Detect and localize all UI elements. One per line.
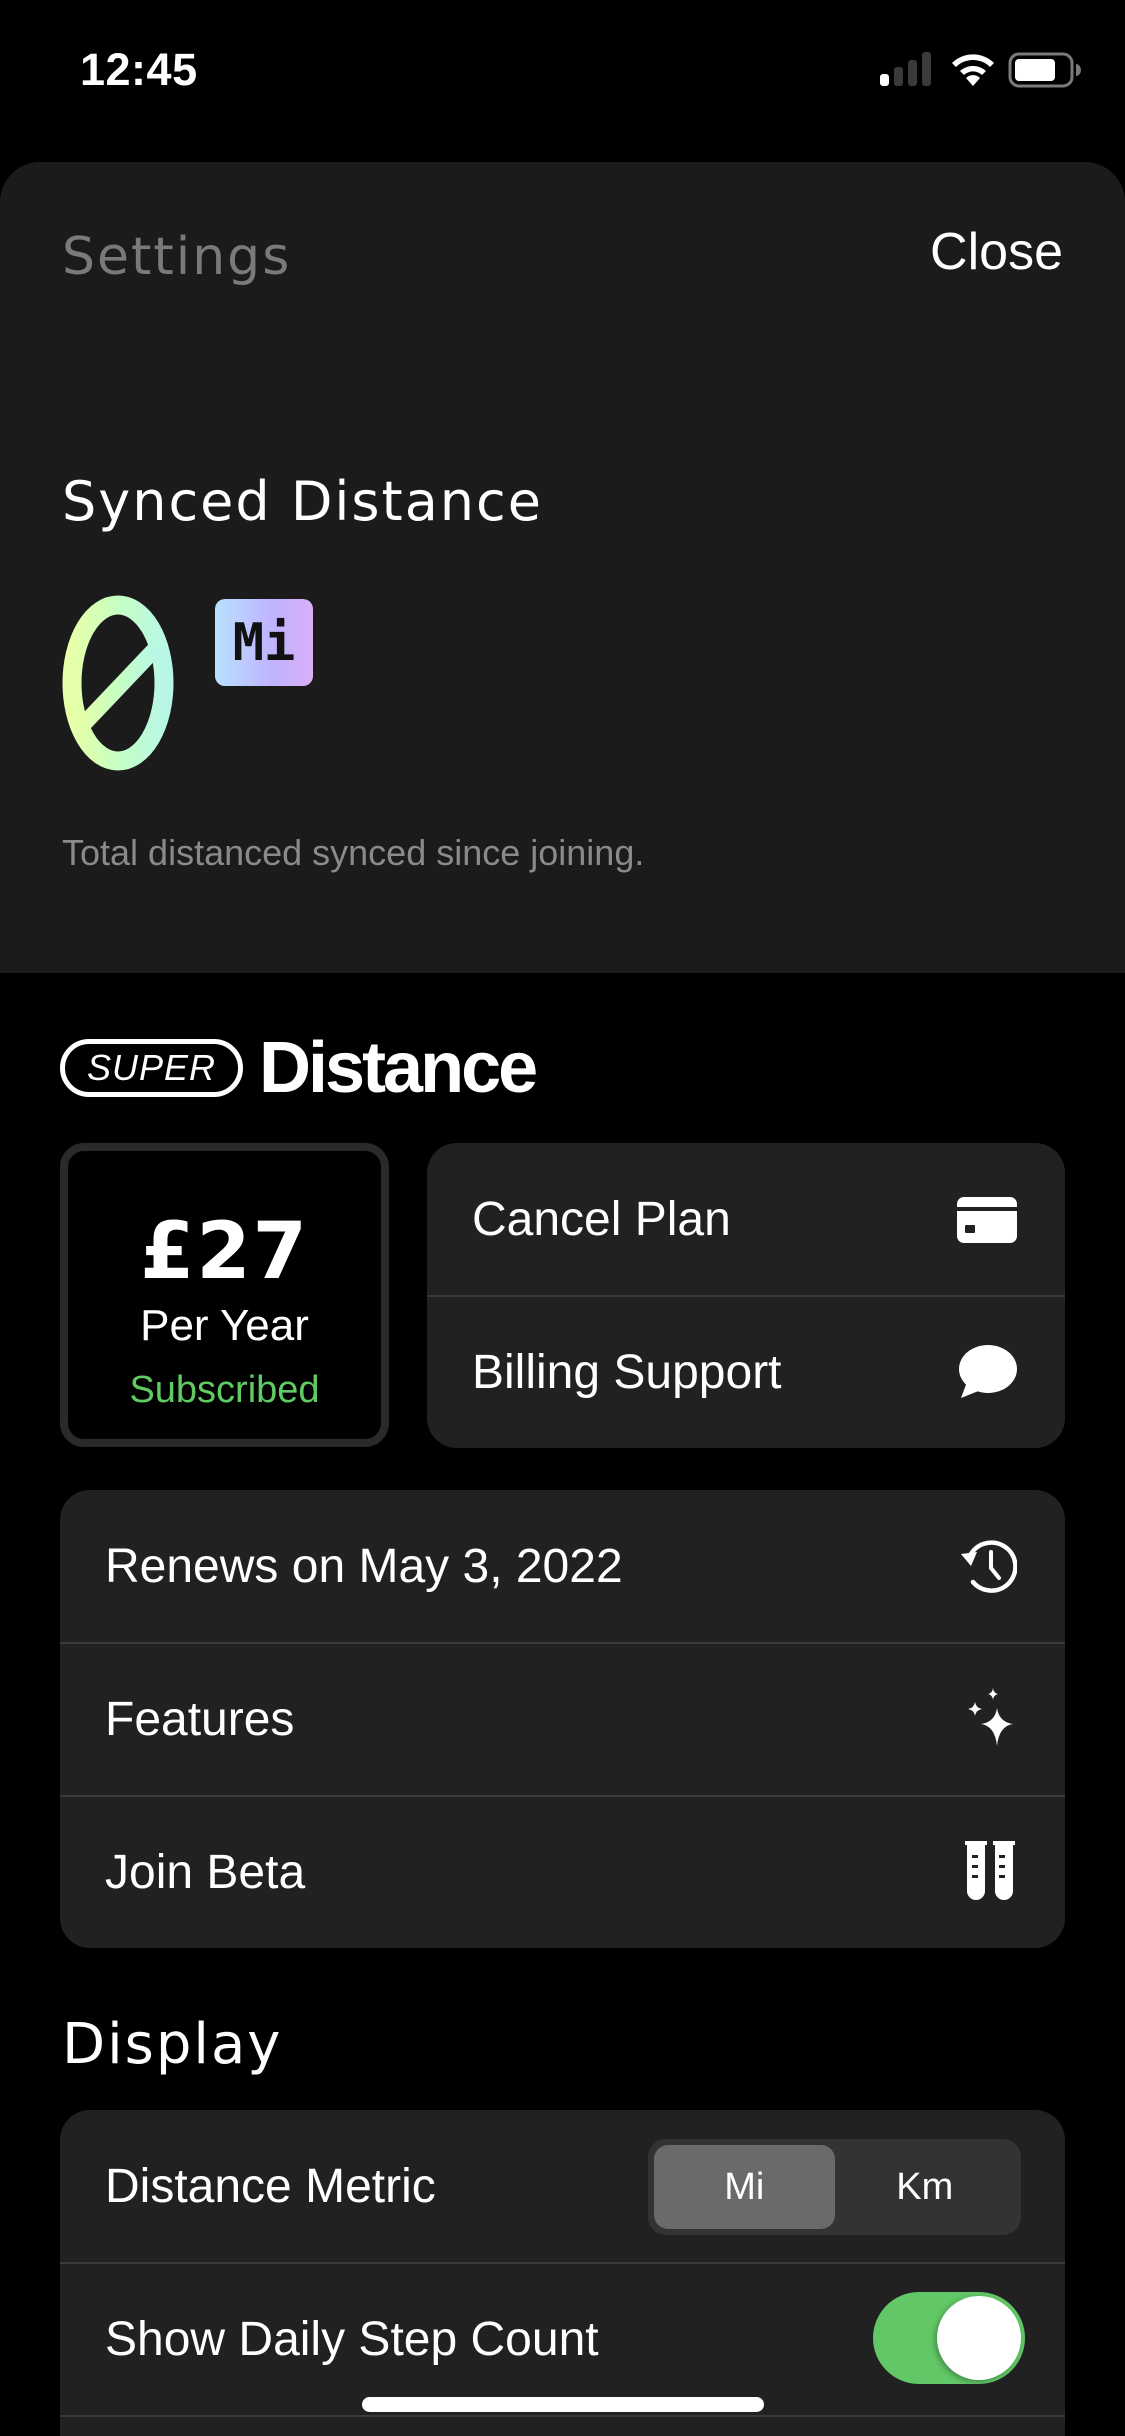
renewal-date-label: Renews on May 3, 2022: [105, 1539, 623, 1593]
cancel-plan-label: Cancel Plan: [472, 1192, 731, 1246]
display-settings-card: Distance Metric Mi Km Show Daily Step Co…: [60, 2110, 1065, 2436]
renewal-date-row[interactable]: Renews on May 3, 2022: [60, 1490, 1065, 1642]
metric-option-km[interactable]: Km: [835, 2145, 1016, 2229]
status-bar: 12:45: [0, 0, 1125, 140]
billing-support-label: Billing Support: [472, 1346, 782, 1399]
battery-icon: [1008, 52, 1081, 88]
sparkles-icon: [968, 1688, 1013, 1746]
synced-distance-title: Synced Distance: [62, 470, 543, 533]
divider: [60, 2415, 1065, 2417]
close-button[interactable]: Close: [930, 222, 1063, 282]
distance-metric-segmented-control[interactable]: Mi Km: [648, 2139, 1021, 2235]
display-section-title: Display: [62, 2012, 283, 2077]
wifi-icon: [952, 54, 994, 86]
plan-price: £27: [140, 1207, 309, 1297]
join-beta-row[interactable]: Join Beta: [60, 1797, 1065, 1948]
test-tubes-icon: [965, 1841, 1015, 1900]
logo-super-badge: SUPER: [60, 1039, 244, 1097]
billing-actions-card: Cancel Plan Billing Support: [427, 1143, 1065, 1448]
daily-step-count-toggle[interactable]: [873, 2292, 1025, 2384]
distance-metric-label: Distance Metric: [105, 2159, 436, 2213]
plan-price-card: £27 Per Year Subscribed: [60, 1143, 389, 1447]
cellular-signal-icon: [880, 52, 932, 86]
status-time: 12:45: [80, 44, 198, 95]
billing-support-button[interactable]: Billing Support: [427, 1297, 1065, 1448]
chat-bubble-icon: [959, 1345, 1017, 1398]
join-beta-label: Join Beta: [105, 1846, 306, 1899]
super-distance-logo: SUPER Distance: [60, 1028, 538, 1108]
credit-card-icon: [957, 1197, 1017, 1243]
metric-option-mi[interactable]: Mi: [654, 2145, 835, 2229]
distance-unit-badge: Mi: [215, 599, 313, 686]
toggle-knob: [937, 2296, 1021, 2380]
subscription-info-card: Renews on May 3, 2022 Features Join Beta: [60, 1490, 1065, 1948]
synced-distance-value: 0: [58, 588, 174, 771]
plan-period: Per Year: [140, 1301, 309, 1350]
plan-status: Subscribed: [129, 1369, 320, 1411]
home-indicator[interactable]: [362, 2397, 764, 2412]
page-title: Settings: [62, 227, 292, 287]
distance-metric-row: Distance Metric Mi Km: [60, 2110, 1065, 2262]
cancel-plan-button[interactable]: Cancel Plan: [427, 1143, 1065, 1295]
synced-distance-caption: Total distanced synced since joining.: [62, 832, 645, 873]
daily-step-count-label: Show Daily Step Count: [105, 2313, 599, 2366]
features-row[interactable]: Features: [60, 1644, 1065, 1795]
history-clock-icon: [961, 1540, 1017, 1593]
features-label: Features: [105, 1693, 295, 1746]
logo-wordmark: Distance: [259, 1028, 538, 1108]
svg-text:0: 0: [58, 588, 67, 592]
